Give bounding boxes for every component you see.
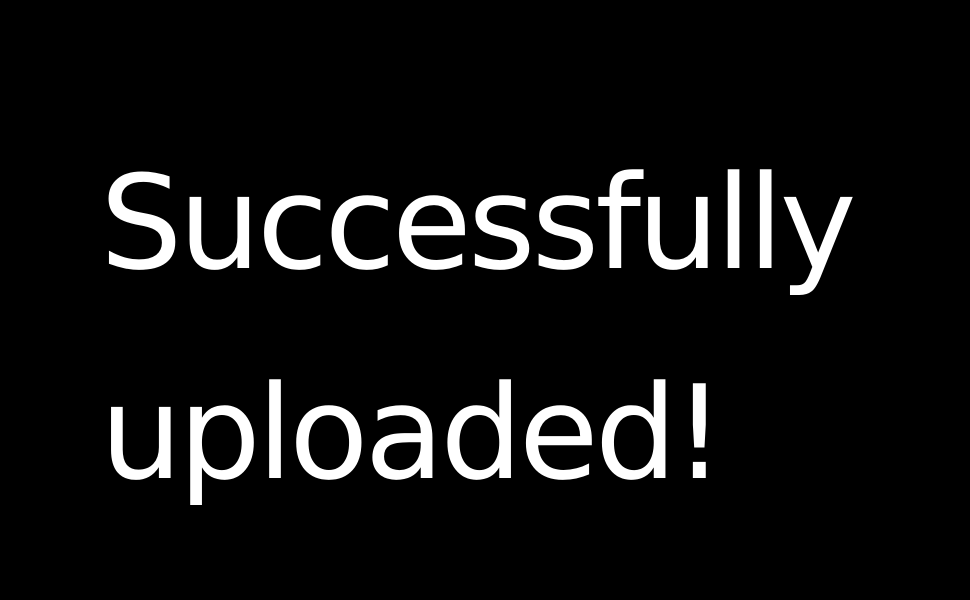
upload-success-screen: Successfully uploaded! (0, 0, 970, 600)
success-message-line-2: uploaded! (100, 357, 725, 509)
success-message-line-1: Successfully (100, 147, 857, 299)
success-message: Successfully uploaded! (100, 118, 857, 538)
